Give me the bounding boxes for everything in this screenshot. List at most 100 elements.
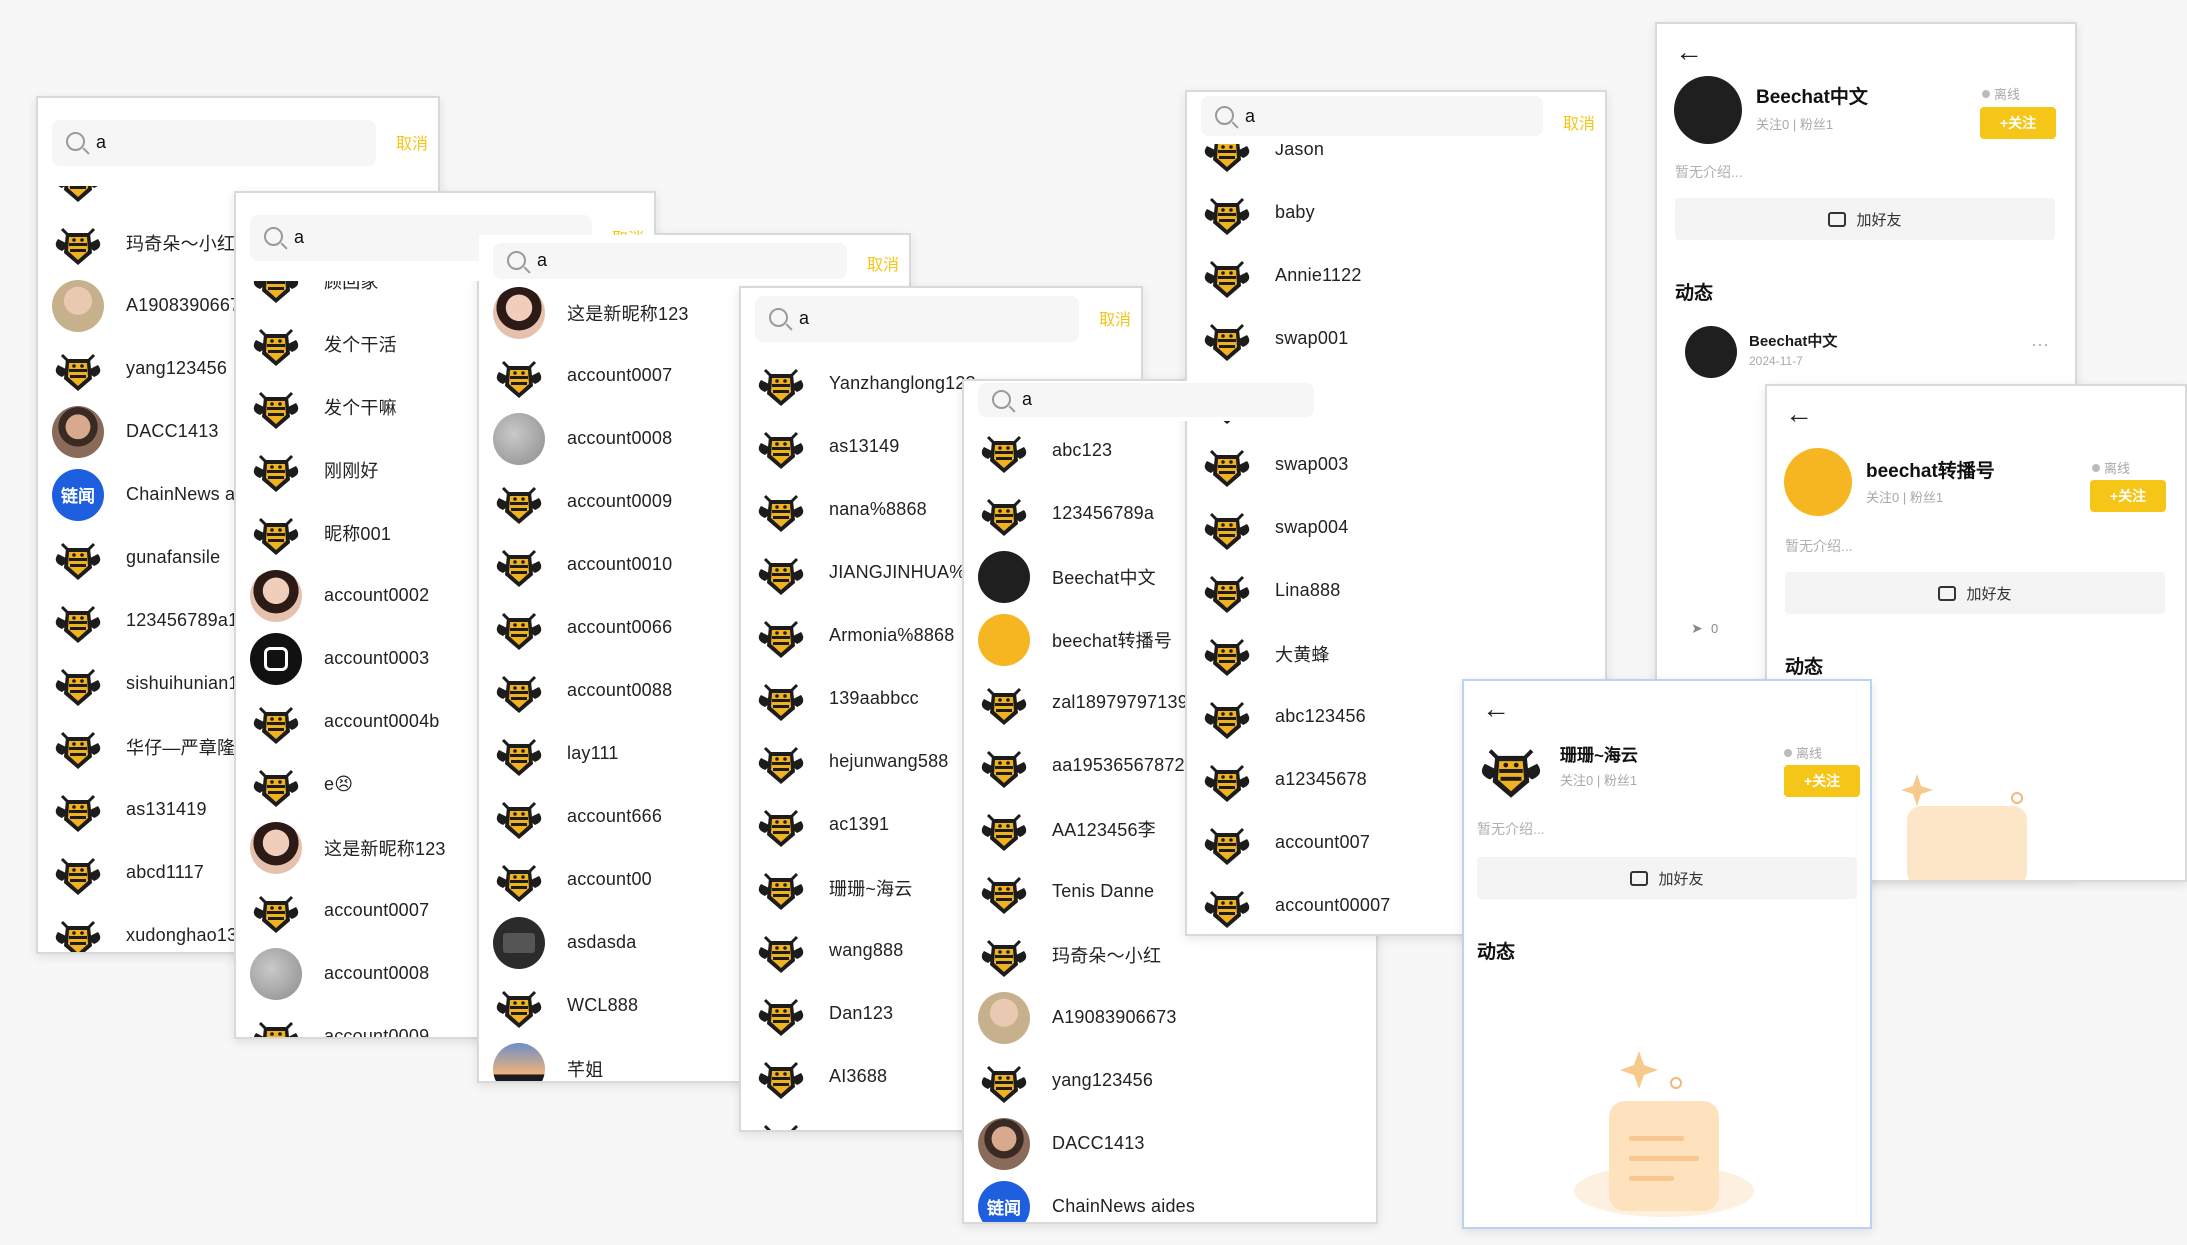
avatar	[755, 988, 807, 1040]
search-icon	[769, 308, 788, 327]
post-date: 2024-11-7	[1749, 354, 1803, 368]
avatar	[250, 947, 302, 1000]
list-item[interactable]: DACC1413	[964, 1112, 1376, 1175]
user-name: account0008	[324, 963, 430, 983]
avatar	[1201, 880, 1253, 932]
avatar	[978, 488, 1030, 540]
search-input[interactable]: a	[755, 296, 1079, 342]
like-count: 0	[1711, 621, 1719, 636]
search-input[interactable]: a	[52, 120, 376, 166]
add-friend-button[interactable]: 加好友	[1675, 198, 2055, 240]
user-name: A19083906673	[126, 295, 251, 315]
avatar	[493, 350, 545, 402]
user-name: AI3688	[829, 1066, 888, 1086]
avatar	[755, 358, 807, 410]
search-input[interactable]: a	[493, 243, 847, 279]
user-name: account0007	[324, 900, 430, 920]
back-arrow-icon[interactable]: ←	[1675, 38, 1703, 66]
avatar	[755, 484, 807, 536]
user-name: swap003	[1275, 454, 1349, 474]
list-item[interactable]: swap004	[1187, 496, 1605, 559]
avatar	[493, 286, 545, 339]
avatar	[493, 916, 545, 969]
avatar	[250, 696, 302, 748]
user-name: yang123456	[1052, 1070, 1154, 1090]
avatar	[52, 279, 104, 332]
list-item[interactable]: Annie1122	[1187, 244, 1605, 307]
avatar	[755, 1114, 807, 1130]
back-arrow-icon[interactable]: ←	[1785, 400, 1813, 428]
avatar	[1201, 754, 1253, 806]
avatar	[52, 217, 104, 269]
back-arrow-icon[interactable]: ←	[1482, 695, 1510, 723]
avatar	[978, 740, 1030, 792]
section-title: 动态	[1675, 283, 1714, 304]
user-name: account0009	[567, 491, 673, 511]
user-name: account0007	[567, 365, 673, 385]
avatar	[978, 613, 1030, 666]
search-input[interactable]: a	[1201, 96, 1543, 136]
user-name: as13149	[829, 436, 900, 456]
follow-stats: 关注0 | 粉丝1	[1560, 773, 1638, 788]
user-name: account00	[567, 869, 652, 889]
avatar	[978, 929, 1030, 981]
user-name: account0004b	[324, 711, 440, 731]
follow-button[interactable]: +关注	[1784, 765, 1860, 797]
user-name: 发个干嘛	[324, 397, 397, 418]
avatar	[52, 343, 104, 395]
avatar	[755, 925, 807, 977]
avatar	[978, 550, 1030, 603]
avatar	[493, 1042, 545, 1081]
avatar	[755, 799, 807, 851]
cancel-button[interactable]: 取消	[867, 251, 899, 275]
avatar	[250, 318, 302, 370]
user-name: account0003	[324, 648, 430, 668]
follow-button[interactable]: +关注	[1980, 107, 2056, 139]
user-name: Dan123	[829, 1003, 894, 1023]
share-icon[interactable]: ➤	[1691, 620, 1703, 637]
list-item[interactable]: 链闻 ChainNews aides	[964, 1175, 1376, 1222]
avatar	[1201, 817, 1253, 869]
list-item[interactable]: Lina888	[1187, 559, 1605, 622]
list-item[interactable]: swap003	[1187, 433, 1605, 496]
avatar	[493, 412, 545, 465]
search-input[interactable]: a	[978, 383, 1314, 417]
profile-name: 珊珊~海云	[1560, 746, 1638, 765]
post-avatar	[1685, 326, 1737, 378]
cancel-button[interactable]: 取消	[1563, 110, 1595, 134]
list-item[interactable]: baby	[1187, 181, 1605, 244]
avatar	[755, 673, 807, 725]
add-friend-button[interactable]: 加好友	[1477, 857, 1857, 899]
user-name: account0066	[567, 617, 673, 637]
follow-stats: 关注0 | 粉丝1	[1866, 490, 1944, 505]
chat-icon	[1630, 870, 1649, 886]
add-friend-button[interactable]: 加好友	[1785, 572, 2165, 614]
user-name: account0008	[567, 428, 673, 448]
more-icon[interactable]: ···	[2031, 334, 2049, 355]
user-name: 139aabbcc	[829, 688, 919, 708]
avatar	[1477, 735, 1545, 803]
bio-text: 暂无介绍...	[1675, 164, 1743, 180]
avatar	[755, 736, 807, 788]
user-name: account0010	[567, 554, 673, 574]
avatar	[52, 847, 104, 899]
search-icon	[507, 251, 526, 270]
list-item[interactable]: A19083906673	[964, 986, 1376, 1049]
avatar	[250, 632, 302, 685]
list-item[interactable]: yang123456	[964, 1049, 1376, 1112]
list-item[interactable]: swap001	[1187, 307, 1605, 370]
user-name: AA123456李	[1052, 819, 1156, 840]
cancel-button[interactable]: 取消	[396, 130, 428, 154]
avatar	[1201, 691, 1253, 743]
list-item[interactable]: 大黄蜂	[1187, 622, 1605, 685]
cancel-button[interactable]: 取消	[1099, 306, 1131, 330]
avatar	[1201, 250, 1253, 302]
avatar	[978, 1055, 1030, 1107]
avatar	[52, 595, 104, 647]
status-badge: 离线	[2092, 458, 2130, 477]
profile-name: beechat转播号	[1866, 461, 1995, 482]
user-name: account0002	[324, 585, 430, 605]
follow-button[interactable]: +关注	[2090, 480, 2166, 512]
avatar	[250, 821, 302, 874]
avatar	[493, 665, 545, 717]
